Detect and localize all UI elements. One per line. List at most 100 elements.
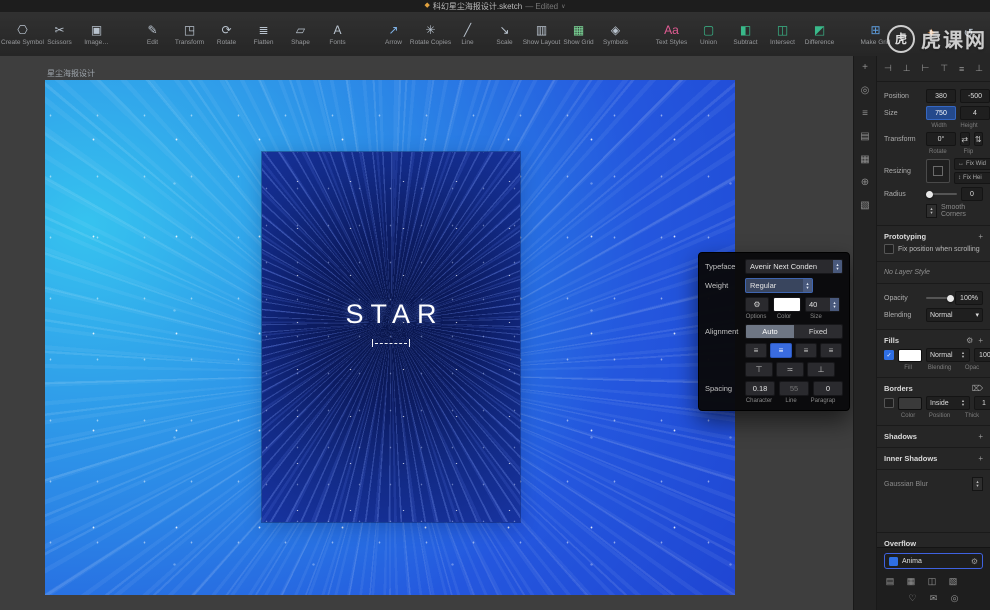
fill-opacity-field[interactable]: 100%	[974, 348, 990, 362]
width-field[interactable]: 750	[926, 106, 956, 120]
alignment-icon[interactable]: ≡	[959, 64, 964, 74]
text-align-icon[interactable]: ≡	[820, 343, 842, 358]
toolbar-item[interactable]: A Fonts	[324, 23, 351, 46]
strip-icon[interactable]: ▤	[858, 130, 872, 143]
auto-width-button[interactable]: Auto	[746, 325, 794, 338]
artboard[interactable]: STAR	[45, 80, 735, 595]
text-align-icon[interactable]: ≡	[770, 343, 792, 358]
poster-title-text[interactable]: STAR	[338, 299, 443, 330]
vertical-align-icon[interactable]: ⊥	[807, 362, 835, 377]
toolbar-item[interactable]: ▢ Union	[695, 23, 722, 46]
anima-action-icon[interactable]: ✉	[928, 592, 940, 604]
text-align-icon[interactable]: ≡	[745, 343, 767, 358]
plus-icon[interactable]: +	[978, 232, 983, 241]
border-thickness-field[interactable]: 1	[974, 396, 990, 410]
position-x-field[interactable]: 380	[926, 89, 956, 103]
fill-blend-dropdown[interactable]: Normal ▴ ▾	[926, 348, 970, 362]
alignment-icon[interactable]: ⊥	[903, 63, 911, 74]
toolbar-item[interactable]: ◫ Intersect	[769, 23, 796, 46]
fix-height-toggle[interactable]: ↕ Fix Hei	[954, 172, 990, 184]
font-size-field[interactable]: 40 ▴ ▾	[805, 297, 840, 312]
resizing-constraint-widget[interactable]	[926, 159, 950, 183]
toolbar-item[interactable]: ≣ Flatten	[250, 23, 277, 46]
toolbar-item[interactable]: ✦	[918, 26, 945, 42]
plus-icon[interactable]: +	[978, 336, 983, 345]
canvas[interactable]: 星尘海报设计 STAR Typeface Avenir Next Conden …	[0, 56, 853, 610]
radius-slider[interactable]	[926, 190, 957, 198]
title-chevron-icon[interactable]: ∨	[561, 3, 565, 10]
stepper-icon[interactable]: ▴ ▾	[830, 298, 839, 311]
anima-layout-icon[interactable]: ▦	[905, 575, 917, 587]
strip-icon[interactable]: ⊕	[858, 176, 872, 189]
rotate-field[interactable]: 0°	[926, 132, 956, 146]
anima-action-icon[interactable]: ◎	[949, 592, 961, 604]
strip-icon[interactable]: ◎	[858, 84, 872, 97]
border-enabled-checkbox[interactable]	[884, 398, 894, 408]
strip-icon[interactable]: ▧	[858, 199, 872, 212]
alignment-icon[interactable]: ⊥	[975, 63, 983, 74]
toolbar-item[interactable]: Aa Text Styles	[656, 23, 687, 46]
radius-slider-handle[interactable]	[926, 190, 933, 198]
toolbar-item[interactable]: ✂ Scissors	[46, 23, 73, 46]
toolbar-item[interactable]: ↘ Scale	[491, 23, 518, 46]
alignment-icon[interactable]: ⊤	[940, 63, 948, 74]
anima-header[interactable]: Anima ⚙	[884, 553, 983, 569]
plus-icon[interactable]: +	[978, 454, 983, 463]
paragraph-spacing-field[interactable]: 0	[813, 381, 843, 396]
weight-dropdown[interactable]: Regular ▴ ▾	[745, 278, 813, 293]
toolbar-item[interactable]: ⊞ Make Grid	[861, 23, 891, 46]
toolbar-item[interactable]: ▱ Shape	[287, 23, 314, 46]
position-y-field[interactable]: -500	[960, 89, 990, 103]
radius-field[interactable]: 0	[961, 187, 983, 201]
toolbar-item[interactable]: ⎔ Create Symbol	[1, 23, 44, 46]
anima-action-icon[interactable]: ♡	[907, 592, 919, 604]
artboard-label[interactable]: 星尘海报设计	[47, 68, 95, 79]
toolbar-item[interactable]: ◧ Subtract	[732, 23, 759, 46]
text-align-icon[interactable]: ≡	[795, 343, 817, 358]
strip-icon[interactable]: ▦	[858, 153, 872, 166]
anima-layout-icon[interactable]: ▤	[884, 575, 896, 587]
toolbar-item[interactable]: ▣ Image…	[83, 23, 110, 46]
opacity-field[interactable]: 100%	[955, 291, 983, 305]
poster-layer[interactable]: STAR	[262, 152, 520, 522]
plus-icon[interactable]: +	[978, 432, 983, 441]
strip-icon[interactable]: ≡	[858, 107, 872, 120]
gear-icon[interactable]: ⚙	[966, 336, 973, 345]
strip-icon[interactable]: +	[858, 61, 872, 74]
text-color-swatch[interactable]	[773, 297, 801, 312]
anima-checkbox[interactable]	[889, 556, 898, 566]
stepper-icon[interactable]: ▴ ▾	[803, 279, 812, 292]
toolbar-item[interactable]: ⟳ Rotate	[213, 23, 240, 46]
toolbar-item[interactable]: ◈ Symbols	[602, 23, 629, 46]
smooth-corners-stepper[interactable]: ▴ ▾	[926, 204, 937, 218]
no-layer-style-dropdown[interactable]: No Layer Style	[884, 269, 930, 276]
text-width-handle[interactable]	[372, 339, 410, 347]
vertical-align-icon[interactable]: ⊤	[745, 362, 773, 377]
blending-dropdown[interactable]: Normal ▾	[926, 308, 983, 322]
border-position-dropdown[interactable]: Inside ▴ ▾	[926, 396, 970, 410]
toolbar-item[interactable]: ▦ Show Grid	[563, 23, 593, 46]
stepper-icon[interactable]: ▴ ▾	[833, 260, 842, 273]
line-spacing-field[interactable]: 55	[779, 381, 809, 396]
anima-layout-icon[interactable]: ▧	[947, 575, 959, 587]
text-options-button[interactable]: ⚙	[745, 297, 769, 312]
fix-position-checkbox[interactable]	[884, 244, 894, 254]
fix-width-toggle[interactable]: ↔ Fix Wid	[954, 158, 990, 170]
trash-icon[interactable]: ⌦	[972, 384, 983, 393]
alignment-icon[interactable]: ⊢	[921, 63, 929, 74]
height-field[interactable]: 4	[960, 106, 990, 120]
character-spacing-field[interactable]: 0.18	[745, 381, 775, 396]
toolbar-item[interactable]: ◩ Difference	[805, 23, 835, 46]
anima-layout-icon[interactable]: ◫	[926, 575, 938, 587]
fill-color-swatch[interactable]	[898, 348, 922, 362]
grid-icon[interactable]: ⚙	[971, 557, 978, 566]
alignment-icon[interactable]: ⊣	[884, 63, 892, 74]
toolbar-item[interactable]: ▥ Show Layout	[523, 23, 561, 46]
fill-enabled-checkbox[interactable]: ✓	[884, 350, 894, 360]
opacity-slider[interactable]	[926, 294, 954, 302]
flip-vertical-button[interactable]: ⇅	[973, 132, 983, 146]
toolbar-item[interactable]: ✎ Edit	[139, 23, 166, 46]
opacity-slider-handle[interactable]	[946, 294, 954, 302]
toolbar-item[interactable]: ↗ Arrow	[380, 23, 407, 46]
border-color-swatch[interactable]	[898, 396, 922, 410]
